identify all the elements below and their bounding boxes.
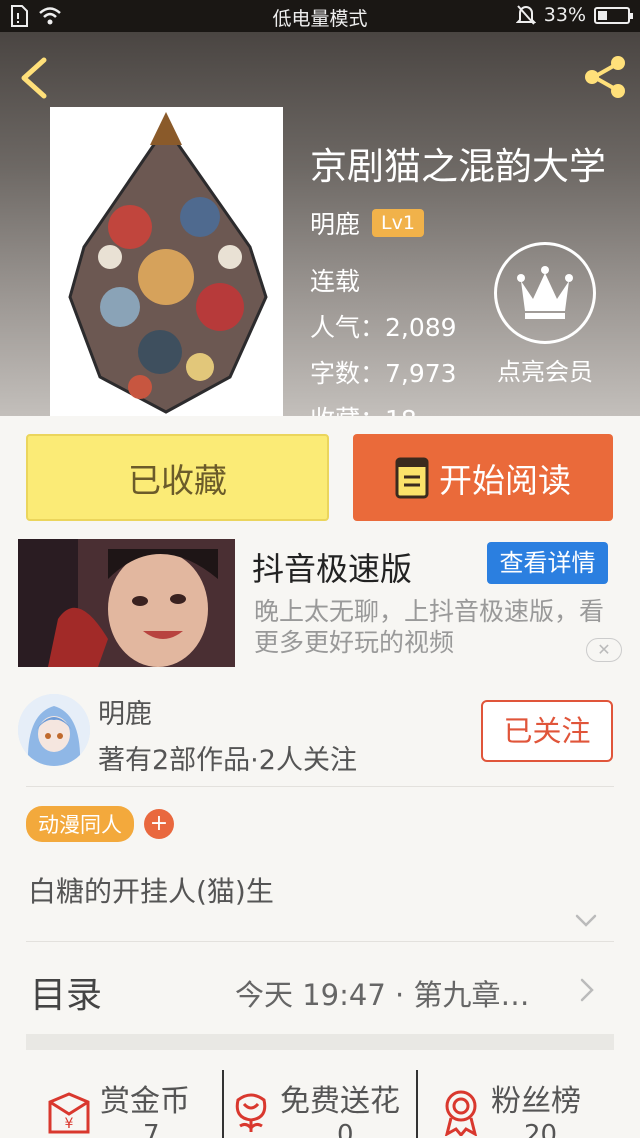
action-bar: 已收藏 开始阅读 xyxy=(0,416,640,536)
divider xyxy=(26,786,614,787)
ad-title: 抖音极速版 xyxy=(252,550,413,588)
crown-icon xyxy=(494,242,596,344)
start-reading-label: 开始阅读 xyxy=(439,460,571,500)
expand-summary-button[interactable] xyxy=(574,912,598,930)
mute-bell-icon xyxy=(515,5,536,25)
section-divider xyxy=(26,1034,614,1050)
tag-anime-fanfic[interactable]: 动漫同人 xyxy=(26,806,134,842)
fan-ranking-count: 20 xyxy=(524,1120,558,1138)
tag-list: 动漫同人 + xyxy=(26,806,174,842)
flower-icon xyxy=(235,1093,267,1132)
vip-label: 点亮会员 xyxy=(497,358,593,386)
book-cover[interactable] xyxy=(50,107,283,416)
book-popularity: 人气：2,089 xyxy=(310,313,457,342)
svg-text:¥: ¥ xyxy=(65,1116,74,1132)
battery-icon xyxy=(594,6,633,24)
author-name: 明鹿 xyxy=(98,699,152,730)
ad-image[interactable] xyxy=(18,539,235,667)
reward-coins-label: 赏金币 xyxy=(100,1084,190,1119)
book-author[interactable]: 明鹿 xyxy=(310,205,360,241)
ad-description: 晚上太无聊，上抖音极速版，看更多更好玩的视频 xyxy=(254,597,605,657)
reward-coins-button[interactable]: ¥ 赏金币 7 xyxy=(0,1050,222,1138)
book-favorites: 收藏：18 xyxy=(310,400,417,416)
chevron-left-icon xyxy=(21,57,47,99)
fan-ranking-button[interactable]: 粉丝榜 20 xyxy=(418,1050,640,1138)
author-description: 著有2部作品·2人关注 xyxy=(98,745,357,776)
avatar[interactable] xyxy=(18,694,90,766)
free-flower-count: 0 xyxy=(337,1120,354,1138)
toc-label: 目录 xyxy=(30,975,103,1016)
support-bar: ¥ 赏金币 7 免费送花 0 粉丝榜 20 xyxy=(0,1050,640,1138)
free-flower-button[interactable]: 免费送花 0 xyxy=(224,1050,416,1138)
table-of-contents-row[interactable]: 目录 今天 19:47 · 第九章… xyxy=(0,942,640,1034)
book-title: 京剧猫之混韵大学 xyxy=(310,145,606,188)
ad-close-button[interactable]: ✕ xyxy=(586,638,622,662)
reward-coins-count: 7 xyxy=(143,1120,160,1138)
fan-ranking-label: 粉丝榜 xyxy=(491,1084,581,1119)
coin-envelope-icon: ¥ xyxy=(48,1092,90,1134)
author-card[interactable]: 明鹿 著有2部作品·2人关注 已关注 xyxy=(0,682,640,786)
book-word-count: 字数：7,973 xyxy=(310,359,457,388)
share-icon xyxy=(585,56,625,98)
book-icon xyxy=(395,457,429,498)
medal-icon xyxy=(444,1090,478,1136)
cover-illustration xyxy=(50,107,283,416)
book-status: 连载 xyxy=(310,267,361,296)
free-flower-label: 免费送花 xyxy=(280,1084,400,1119)
collected-button[interactable]: 已收藏 xyxy=(26,434,329,521)
view-details-button[interactable]: 查看详情 xyxy=(487,542,608,584)
start-reading-button[interactable]: 开始阅读 xyxy=(353,434,613,521)
chevron-right-icon xyxy=(580,978,594,1002)
chevron-down-icon xyxy=(575,914,597,927)
add-tag-button[interactable]: + xyxy=(144,809,174,839)
book-header: 京剧猫之混韵大学 明鹿 Lv1 连载 人气：2,089 字数：7,973 收藏：… xyxy=(0,32,640,416)
latest-chapter: 今天 19:47 · 第九章… xyxy=(235,978,530,1012)
ad-banner[interactable]: 抖音极速版 查看详情 晚上太无聊，上抖音极速版，看更多更好玩的视频 ✕ xyxy=(0,536,640,670)
followed-button[interactable]: 已关注 xyxy=(481,700,613,762)
author-level-badge: Lv1 xyxy=(372,209,424,237)
back-button[interactable] xyxy=(14,54,54,102)
book-summary: 白糖的开挂人(猫)生 xyxy=(28,875,274,908)
battery-percent: 33% xyxy=(543,4,586,26)
vip-member-button[interactable]: 点亮会员 xyxy=(490,242,600,387)
status-bar: 低电量模式 33% xyxy=(0,0,640,32)
share-button[interactable] xyxy=(580,52,630,102)
